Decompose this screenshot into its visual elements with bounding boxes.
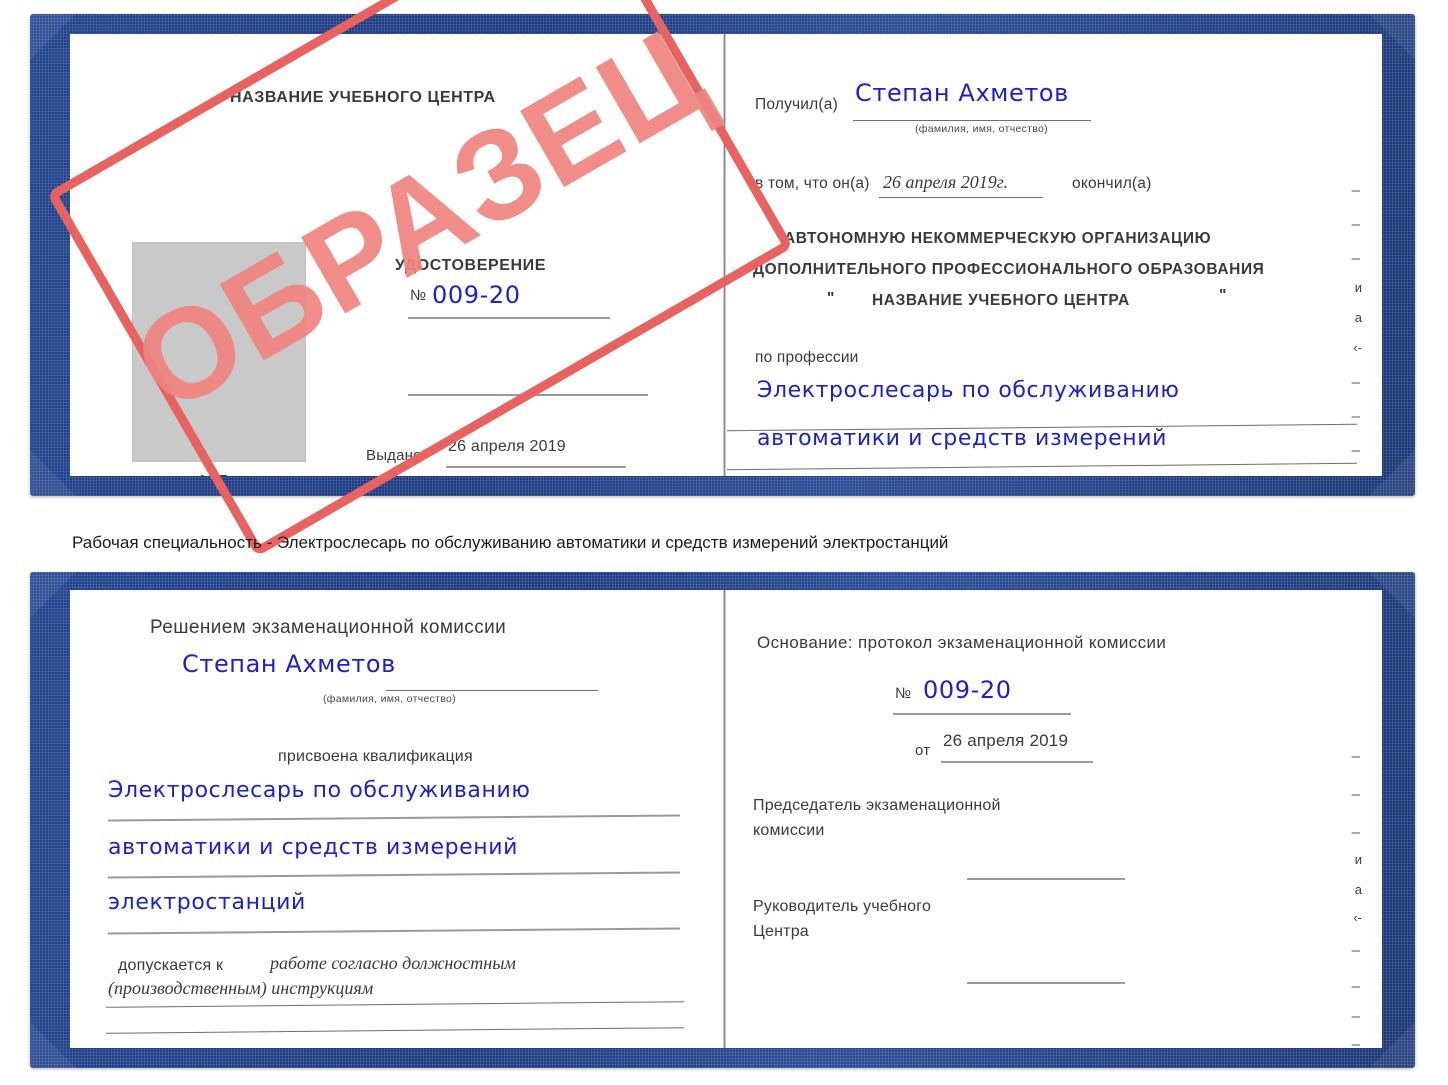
protocol-from-rule	[941, 761, 1093, 763]
organization-quote-close: "	[1219, 287, 1227, 304]
protocol-from-value: 26 апреля 2019	[943, 731, 1069, 750]
protocol-from-label: от	[915, 742, 931, 759]
certificate-bottom: Решением экзаменационной комиссии Степан…	[30, 572, 1415, 1068]
qualification-rule-3	[108, 927, 680, 935]
profession-line-1: Электрослесарь по обслуживанию	[757, 378, 1180, 403]
chairman-signature-rule	[967, 878, 1125, 880]
qualification-line-3: электростанций	[108, 890, 306, 915]
number-rule	[408, 317, 610, 319]
page-top-left: НАЗВАНИЕ УЧЕБНОГО ЦЕНТРА УДОСТОВЕРЕНИЕ №…	[70, 34, 720, 476]
completion-date-rule	[879, 197, 1043, 198]
margin-fragment-b2: –	[1351, 786, 1360, 803]
qualification-line-2: автоматики и средств измерений	[108, 835, 519, 860]
seal-label: М.П.	[200, 472, 232, 476]
profession-rule-2	[727, 462, 1357, 471]
margin-fragment-7: –	[1351, 374, 1360, 391]
issued-value: 26 апреля 2019	[448, 438, 566, 455]
image-caption: Рабочая специальность - Электрослесарь п…	[72, 533, 949, 552]
certificate-pages-top: НАЗВАНИЕ УЧЕБНОГО ЦЕНТРА УДОСТОВЕРЕНИЕ №…	[70, 34, 1382, 476]
admitted-value-line-2: (производственным) инструкциям	[108, 978, 374, 998]
received-rule	[853, 120, 1091, 121]
training-center-heading: НАЗВАНИЕ УЧЕБНОГО ЦЕНТРА	[230, 89, 496, 106]
protocol-number-label: №	[895, 685, 912, 702]
margin-fragment-b10: –	[1351, 1036, 1360, 1048]
admitted-label: допускается к	[118, 957, 224, 974]
margin-fragment-b7: –	[1351, 942, 1360, 959]
blank-rule-middle	[408, 394, 648, 396]
margin-fragment-b8: –	[1351, 978, 1360, 995]
received-value: Степан Ахметов	[855, 79, 1069, 107]
chairman-label-line-2: комиссии	[753, 822, 825, 839]
organization-line-3: НАЗВАНИЕ УЧЕБНОГО ЦЕНТРА	[872, 292, 1130, 309]
head-label-line-1: Руководитель учебного	[753, 898, 932, 915]
document-type-label: УДОСТОВЕРЕНИЕ	[395, 257, 547, 274]
margin-fragment-1: –	[1351, 182, 1360, 199]
page-spine-top	[723, 34, 726, 476]
photo-placeholder	[132, 242, 306, 462]
fio-hint-bottom: (фамилия, имя, отчество)	[323, 693, 456, 705]
admitted-rule-1	[106, 1001, 684, 1008]
head-label-line-2: Центра	[753, 923, 809, 940]
margin-fragment-b6: ‹-	[1353, 910, 1362, 925]
finished-label: окончил(а)	[1072, 175, 1152, 192]
received-label: Получил(а)	[755, 96, 838, 113]
margin-fragment-b5: а	[1354, 882, 1362, 897]
chairman-label-line-1: Председатель экзаменационной	[753, 797, 1001, 814]
margin-fragment-9: –	[1351, 442, 1360, 459]
organization-line-2: ДОПОЛНИТЕЛЬНОГО ПРОФЕССИОНАЛЬНОГО ОБРАЗО…	[753, 261, 1265, 278]
profession-line-2: автоматики и средств измерений	[757, 426, 1168, 451]
issued-rule	[446, 466, 626, 468]
graduate-name: Степан Ахметов	[182, 650, 396, 678]
in-that-label: в том, что он(а)	[755, 175, 870, 192]
protocol-number-value: 009-20	[923, 676, 1012, 704]
qualification-line-1: Электрослесарь по обслуживанию	[108, 778, 531, 803]
number-label: №	[410, 287, 427, 304]
page-bottom-left: Решением экзаменационной комиссии Степан…	[70, 590, 720, 1048]
fio-hint: (фамилия, имя, отчество)	[915, 123, 1048, 135]
basis-label: Основание: протокол экзаменационной коми…	[757, 633, 1167, 652]
margin-fragment-b1: –	[1351, 748, 1360, 765]
page-bottom-right: Основание: протокол экзаменационной коми…	[727, 590, 1382, 1048]
margin-fragment-10: –	[1352, 474, 1360, 476]
margin-fragment-3: –	[1351, 250, 1360, 267]
qualification-label: присвоена квалификация	[278, 748, 473, 765]
protocol-number-rule	[893, 713, 1071, 715]
admitted-value-line-1: работе согласно должностным	[270, 953, 516, 973]
number-value: 009-20	[432, 281, 521, 309]
profession-label: по профессии	[755, 349, 859, 366]
certificate-top: НАЗВАНИЕ УЧЕБНОГО ЦЕНТРА УДОСТОВЕРЕНИЕ №…	[30, 14, 1415, 496]
completion-date: 26 апреля 2019г.	[883, 172, 1009, 192]
head-signature-rule	[967, 982, 1125, 984]
certificate-pages-bottom: Решением экзаменационной комиссии Степан…	[70, 590, 1382, 1048]
organization-quote-open: "	[827, 290, 835, 307]
profession-line-3: электростанций	[757, 474, 955, 476]
margin-fragment-b9: –	[1351, 1008, 1360, 1025]
margin-fragment-6: ‹-	[1353, 340, 1362, 355]
admitted-rule-2	[106, 1027, 684, 1034]
qualification-rule-2	[108, 871, 680, 879]
margin-fragment-8: –	[1351, 408, 1360, 425]
commission-decision-heading: Решением экзаменационной комиссии	[150, 617, 507, 638]
qualification-rule-1	[108, 814, 680, 822]
margin-fragment-b3: –	[1351, 824, 1360, 841]
margin-fragment-5: а	[1354, 310, 1362, 325]
issued-label: Выдано	[366, 447, 422, 464]
page-top-right: Получил(а) Степан Ахметов (фамилия, имя,…	[727, 34, 1382, 476]
margin-fragment-b4: и	[1354, 852, 1362, 867]
organization-line-1: АВТОНОМНУЮ НЕКОММЕРЧЕСКУЮ ОРГАНИЗАЦИЮ	[784, 230, 1212, 247]
margin-fragment-2: –	[1351, 216, 1360, 233]
page-spine-bottom	[723, 590, 726, 1048]
graduate-name-rule	[386, 690, 598, 691]
margin-fragment-4: и	[1354, 280, 1362, 295]
